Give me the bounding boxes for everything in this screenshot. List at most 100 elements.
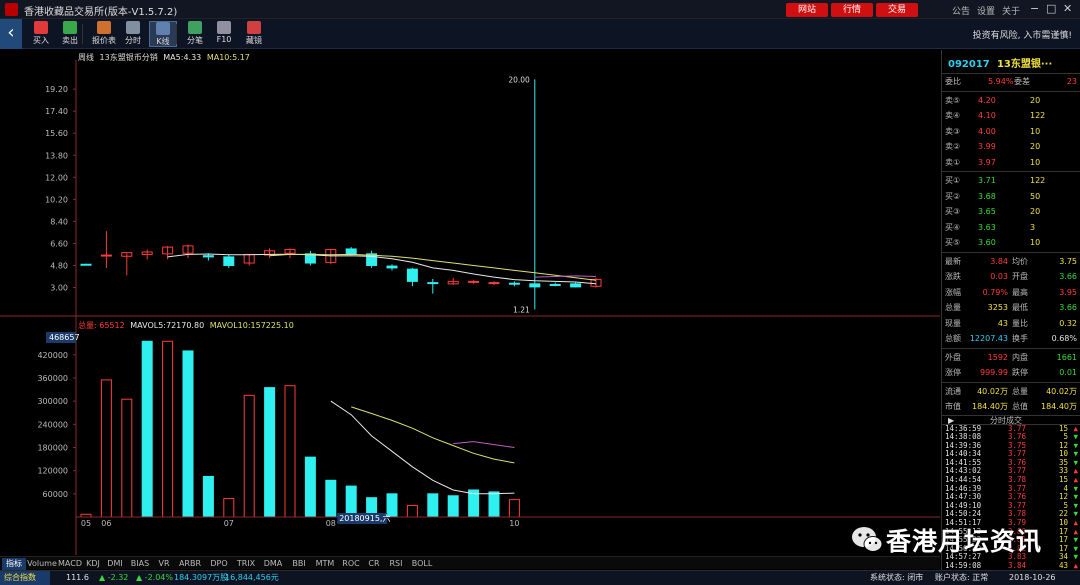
tool-tick[interactable]: 分笔 — [181, 21, 209, 47]
index-pct: ▲ -2.04% — [136, 573, 173, 582]
indicator-tab-dpo[interactable]: DPO — [206, 558, 232, 570]
indicator-tab-bias[interactable]: BIAS — [127, 558, 153, 570]
stat-label: 涨幅 — [945, 287, 961, 297]
candle-body — [549, 283, 561, 286]
quote-code: 092017 — [948, 59, 990, 70]
y-tick-label: 60000 — [43, 490, 68, 499]
tool-collection[interactable]: 藏镜 — [240, 21, 268, 47]
indicator-tab-dmi[interactable]: DMI — [104, 558, 126, 570]
level-label: 卖① — [945, 157, 961, 167]
tick-header: ▶ 分时成交 — [942, 414, 1080, 425]
indicator-tab-cr[interactable]: CR — [364, 558, 384, 570]
stat-row: 市值 184.40万 总值 184.40万 — [942, 399, 1080, 415]
quote-table-icon — [97, 21, 111, 34]
tool-f10[interactable]: F10 — [210, 21, 238, 47]
level-label: 买② — [945, 191, 961, 201]
index-label[interactable]: 综合指数 — [0, 571, 50, 585]
y-tick-label: 360000 — [37, 374, 68, 383]
quote-name: 13东盟银··· — [996, 59, 1053, 70]
volume-bar — [508, 499, 520, 518]
status-bar: 综合指数 111.6 ▲ -2.32 ▲ -2.04% 184.3097万股 1… — [0, 570, 1080, 585]
stat-label: 内盘 — [1012, 352, 1028, 362]
stat-value: 1661 — [1056, 352, 1077, 362]
candle-body — [508, 282, 520, 285]
settings-link[interactable]: 设置 — [977, 4, 995, 17]
kline-chart-area[interactable]: 19.20 17.40 15.60 13.80 12.00 10.20 8.40 6.60 4.… — [0, 50, 940, 555]
candle-body — [570, 283, 582, 288]
indicator-tab-指标[interactable]: 指标 — [2, 558, 26, 570]
index-value: 111.6 — [66, 573, 89, 582]
level-price: 3.97 — [978, 157, 996, 167]
market-button[interactable]: 行情 — [831, 3, 873, 17]
stat-value: 12207.43 — [969, 334, 1008, 343]
volume-mavol5: MAVOL5:72170.80 — [130, 321, 205, 330]
mavol20-line — [453, 441, 515, 448]
sell-level-row: 卖④ 4.10 122 — [942, 108, 1080, 124]
volume-bar — [284, 385, 296, 518]
indicator-tab-trix[interactable]: TRIX — [233, 558, 259, 570]
app-title: 香港收藏品交易所(版本-V1.5.7.2) — [24, 7, 178, 18]
indicator-tab-kdj[interactable]: KDJ — [83, 558, 103, 570]
buy-level-row: 买④ 3.63 3 — [942, 220, 1080, 236]
stat-label: 最新 — [945, 256, 961, 266]
indicator-tab-macd[interactable]: MACD — [58, 558, 82, 570]
stat-value: 0.01 — [1059, 368, 1077, 377]
volume-header: 总量: 65512 MAVOL5:72170.80 MAVOL10:157225… — [78, 320, 294, 331]
indicator-tab-dma[interactable]: DMA — [260, 558, 286, 570]
x-tick-label: 08 — [326, 519, 336, 528]
app-logo-icon — [5, 3, 18, 16]
stat-row: 涨幅 0.79% 最高 3.95 — [942, 285, 1080, 301]
announcement-link[interactable]: 公告 — [952, 4, 970, 17]
maximize-icon[interactable]: □ — [1046, 2, 1056, 15]
y-tick-label: 19.20 — [45, 85, 68, 94]
indicator-tab-bbi[interactable]: BBI — [287, 558, 311, 570]
kline-header: 周线 13东盟银币分销 MA5:4.33 MA10:5.17 — [78, 52, 250, 63]
weicha-value: 23 — [1066, 77, 1077, 86]
level-label: 卖④ — [945, 111, 961, 120]
stat-value: 3.84 — [990, 256, 1008, 266]
kline-chart-svg[interactable]: 19.20 17.40 15.60 13.80 12.00 10.20 8.40 6.60 4.… — [0, 50, 940, 555]
indicator-tab-vr[interactable]: VR — [154, 558, 174, 570]
tool-buy[interactable]: 买入 — [27, 21, 55, 47]
tool-timeshare[interactable]: 分时 — [119, 21, 147, 47]
minimize-icon[interactable]: − — [1030, 2, 1039, 15]
stat-value: 40.02万 — [1046, 386, 1077, 396]
indicator-tab-volume[interactable]: Volume — [27, 558, 57, 570]
close-icon[interactable]: ✕ — [1063, 2, 1072, 15]
volume-bar — [488, 491, 500, 518]
candle-body — [386, 265, 398, 269]
about-link[interactable]: 关于 — [1002, 4, 1020, 17]
stat-value: 1592 — [987, 352, 1008, 362]
indicator-tab-boll[interactable]: BOLL — [408, 558, 436, 570]
stat-value: 43 — [997, 318, 1008, 328]
candle-body — [468, 280, 480, 283]
sell-level-row: 卖⑤ 4.20 20 — [942, 93, 1080, 109]
volume-bar — [447, 495, 459, 518]
tool-sell[interactable]: 卖出 — [56, 21, 84, 47]
kline-ma5: MA5:4.33 — [163, 53, 202, 62]
tool-quote-table[interactable]: 报价表 — [90, 21, 118, 47]
stat-label: 市值 — [945, 402, 961, 411]
y-tick-label: 420000 — [37, 351, 68, 360]
level-volume: 10 — [1030, 157, 1041, 167]
y-tick-label: 13.80 — [45, 151, 68, 160]
buy-level-row: 买⑤ 3.60 10 — [942, 235, 1080, 251]
level-label: 买④ — [945, 222, 961, 232]
stat-value: 3.95 — [1059, 287, 1077, 297]
y-tick-label: 17.40 — [45, 107, 68, 116]
watermark-text: 香港月坛资讯 — [886, 527, 1043, 556]
tool-kline[interactable]: K线 — [149, 21, 177, 47]
back-icon[interactable]: ‹ — [0, 19, 22, 49]
stat-value: 3.66 — [1059, 303, 1077, 312]
indicator-tab-roc[interactable]: ROC — [339, 558, 363, 570]
kline-ma10: MA10:5.17 — [206, 53, 250, 62]
y-tick-label: 120000 — [37, 467, 68, 476]
website-button[interactable]: 网站 — [786, 3, 828, 17]
y-tick-label: 6.60 — [50, 239, 68, 248]
trade-button[interactable]: 交易 — [876, 3, 918, 17]
indicator-tab-mtm[interactable]: MTM — [312, 558, 338, 570]
level-price: 4.20 — [978, 95, 996, 105]
indicator-tab-arbr[interactable]: ARBR — [175, 558, 205, 570]
indicator-tab-rsi[interactable]: RSI — [385, 558, 407, 570]
buy-level-row: 买③ 3.65 20 — [942, 204, 1080, 220]
